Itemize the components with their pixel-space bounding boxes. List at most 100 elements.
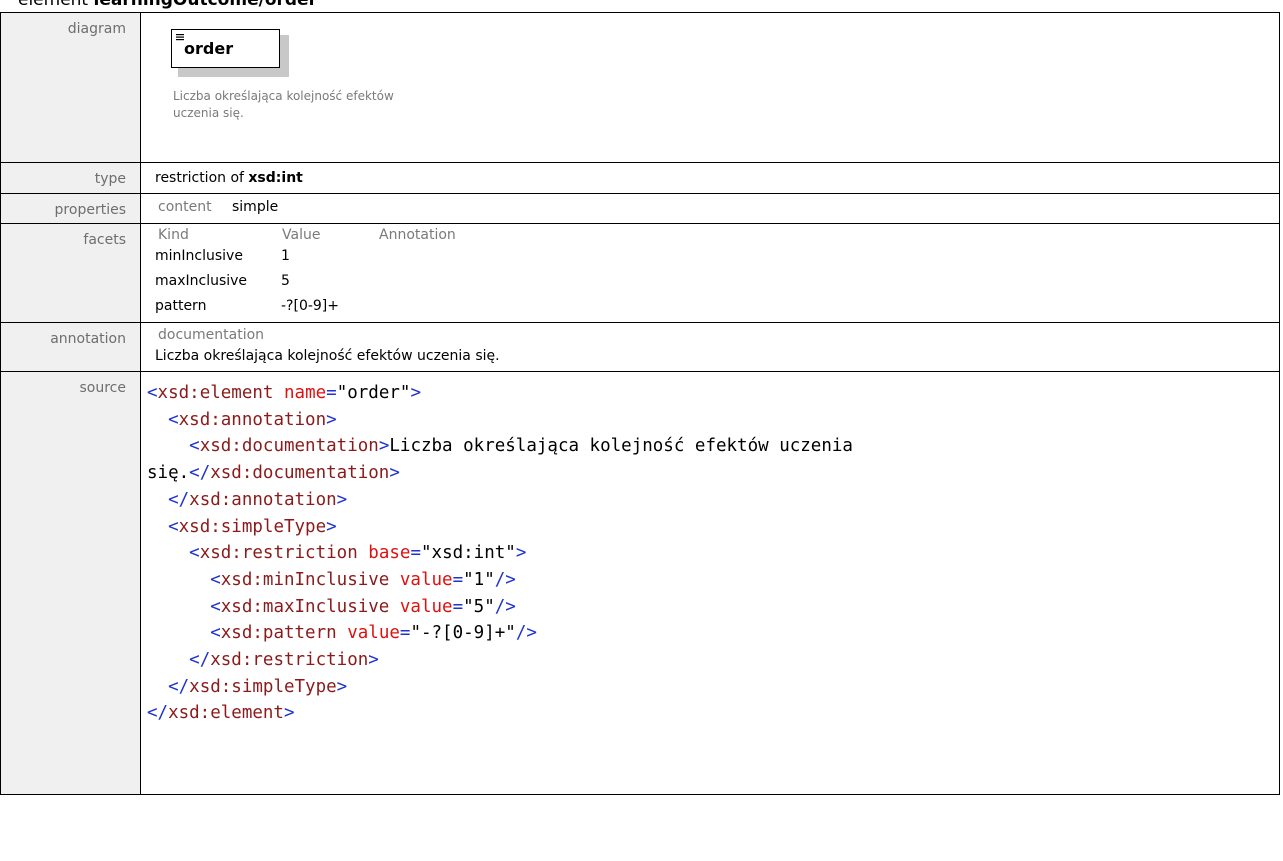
source-token: />: [515, 623, 537, 644]
source-token: [358, 543, 369, 563]
diagram-element-box[interactable]: order: [171, 29, 280, 68]
type-cell: restriction of xsd:int: [140, 162, 1280, 194]
source-token: <: [189, 543, 200, 564]
source-token: <: [168, 409, 179, 430]
source-token: [147, 623, 210, 643]
source-token: =: [399, 623, 411, 644]
source-token: <: [210, 623, 221, 644]
source-token: <: [210, 569, 221, 590]
diagram-cell: order Liczba określająca kolejność efekt…: [140, 12, 1280, 163]
source-token: [147, 517, 168, 537]
source-token: "1": [463, 569, 495, 590]
source-token: [273, 383, 284, 403]
facets-cell: Kind Value Annotation minInclusive 1 max…: [140, 223, 1280, 323]
source-token: xsd:pattern: [220, 623, 337, 644]
source-token: <: [168, 516, 179, 537]
source-token: <: [210, 596, 221, 617]
source-token: [147, 570, 210, 590]
source-token: name: [284, 383, 327, 403]
type-prefix: restriction of: [155, 170, 249, 186]
source-token: [147, 436, 189, 456]
source-token: xsd:simpleType: [189, 676, 337, 697]
source-token: "-?[0-9]+": [410, 623, 516, 644]
source-token: >: [336, 676, 348, 697]
facet-annotation: [376, 269, 576, 294]
annotation-label-cell: annotation: [0, 322, 141, 372]
source-token: >: [326, 516, 337, 537]
source-token: [389, 597, 400, 617]
source-token: xsd:element: [168, 703, 284, 724]
source-token: xsd:restriction: [210, 650, 369, 671]
source-label-cell: source: [0, 371, 141, 795]
facets-table: Kind Value Annotation minInclusive 1 max…: [155, 224, 1279, 319]
property-row: content simple: [155, 194, 1279, 217]
source-token: [147, 410, 168, 430]
source-token: xsd:simpleType: [178, 516, 327, 537]
annotation-heading: documentation: [158, 327, 265, 343]
facet-kind: maxInclusive: [155, 273, 248, 289]
diagram-label-cell: diagram: [0, 12, 141, 163]
source-token: [147, 543, 189, 563]
source-token: [147, 597, 210, 617]
source-line: się.</xsd:documentation>: [147, 463, 400, 483]
source-token: "5": [463, 596, 495, 617]
source-cell: <xsd:element name="order"> <xsd:annotati…: [140, 371, 1280, 795]
facet-kind: pattern: [155, 298, 207, 314]
source-line: </xsd:restriction>: [147, 650, 379, 670]
facet-value: 5: [281, 273, 290, 289]
properties-label-cell: properties: [0, 193, 141, 224]
properties-cell: content simple: [140, 193, 1280, 224]
annotation-label: annotation: [50, 331, 126, 347]
source-token: xsd:minInclusive: [220, 569, 390, 590]
source-row: source <xsd:element name="order"> <xsd:a…: [0, 371, 1280, 795]
properties-label: properties: [54, 202, 126, 218]
source-token: >: [410, 383, 422, 403]
facets-label: facets: [83, 232, 126, 248]
source-token: >: [378, 436, 390, 457]
lines-icon: [176, 34, 184, 41]
facets-row: facets Kind Value Annotation minInclusiv…: [0, 223, 1280, 323]
source-line: <xsd:minInclusive value="1"/>: [147, 570, 516, 590]
source-token: =: [410, 543, 421, 564]
source-token: "order": [336, 383, 411, 403]
source-token: xsd:documentation: [210, 463, 390, 484]
source-line: </xsd:annotation>: [147, 490, 347, 510]
type-row: type restriction of xsd:int: [0, 162, 1280, 194]
annotation-cell: documentation Liczba określająca kolejno…: [140, 322, 1280, 372]
facets-header-annotation: Annotation: [379, 227, 456, 243]
source-token: />: [494, 596, 516, 617]
source-token: <: [189, 436, 200, 457]
source-line: <xsd:pattern value="-?[0-9]+"/>: [147, 623, 537, 643]
diagram-row: diagram order Liczba określająca kolejno…: [0, 12, 1280, 163]
facets-header-kind: Kind: [158, 227, 189, 243]
diagram: order Liczba określająca kolejność efekt…: [141, 13, 1279, 162]
heading-element-name: learningOutcome/order: [93, 0, 317, 10]
source-token: [147, 677, 168, 697]
source-token: [337, 623, 348, 643]
source-token: xsd:maxInclusive: [220, 596, 390, 617]
source-token: "xsd:int": [421, 543, 516, 564]
type-base-link[interactable]: xsd:int: [248, 170, 302, 186]
source-token: Liczba określająca kolejność efektów ucz…: [389, 436, 853, 457]
source-token: >: [368, 650, 379, 671]
source-line: <xsd:restriction base="xsd:int">: [147, 543, 526, 563]
annotation-row: annotation documentation Liczba określaj…: [0, 322, 1280, 372]
facet-annotation: [376, 244, 576, 269]
source-token: value: [399, 596, 453, 617]
source-line: <xsd:simpleType>: [147, 517, 337, 537]
heading-prefix: element: [18, 0, 94, 10]
source-line: </xsd:element>: [147, 703, 295, 723]
source-token: </: [189, 650, 211, 671]
source-token: value: [399, 569, 453, 590]
property-value: simple: [232, 199, 279, 215]
source-token: [147, 650, 189, 670]
source-token: >: [389, 463, 400, 484]
page-heading: element learningOutcome/order: [18, 0, 317, 12]
diagram-element-name: order: [184, 39, 234, 58]
source-token: =: [326, 383, 337, 403]
source-code: <xsd:element name="order"> <xsd:annotati…: [141, 372, 1279, 727]
facet-annotation: [376, 294, 576, 319]
source-token: >: [515, 543, 527, 564]
facet-kind: minInclusive: [155, 248, 243, 264]
source-token: </: [168, 489, 190, 510]
